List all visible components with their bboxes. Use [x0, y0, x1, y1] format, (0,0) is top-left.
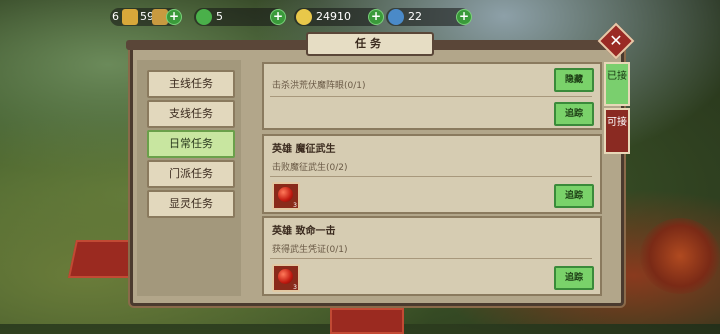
quest-card: 英雄 魔征武生 击败魔征武生(0/2) 3 追踪 [262, 134, 602, 214]
add-spirit-button[interactable]: + [456, 9, 472, 25]
resource-bar: 6 59 + 5 + 24910 + 22 + [110, 8, 472, 26]
tab-available[interactable]: 可接 [604, 108, 630, 154]
quest-divider [270, 176, 592, 177]
tab-accepted[interactable]: 已接 [604, 62, 630, 106]
background-red-table [330, 308, 404, 334]
quest-card: 英雄 致命一击 获得武生凭证(0/1) 3 追踪 [262, 216, 602, 296]
quest-divider [270, 96, 592, 97]
reward-item[interactable]: 3 [272, 264, 300, 292]
jade-value: 5 [216, 10, 223, 23]
add-coin-button[interactable]: + [368, 9, 384, 25]
red-orb-icon [278, 187, 293, 202]
quest-name: 英雄 魔征武生 [272, 144, 336, 155]
background-red-table [67, 240, 139, 278]
tab-main-quest[interactable]: 主线任务 [147, 70, 235, 98]
close-icon[interactable]: ✕ [603, 28, 629, 54]
jade-resource: 5 + [194, 8, 286, 26]
hide-button[interactable]: 隐藏 [554, 68, 594, 92]
quest-card: 击杀洪荒伏魔阵眼(0/1) 隐藏 追踪 [262, 62, 602, 130]
tab-daily-quest[interactable]: 日常任务 [147, 130, 235, 158]
add-gold-button[interactable]: + [166, 9, 182, 25]
quest-list[interactable]: 击杀洪荒伏魔阵眼(0/1) 隐藏 追踪 英雄 魔征武生 击败魔征武生(0/2) … [258, 62, 610, 296]
reward-count: 3 [293, 202, 297, 209]
quest-name: 英雄 致命一击 [272, 226, 336, 237]
tab-sect-quest[interactable]: 门派任务 [147, 160, 235, 188]
track-button[interactable]: 追踪 [554, 102, 594, 126]
track-button[interactable]: 追踪 [554, 184, 594, 208]
spirit-resource: 22 + [386, 8, 472, 26]
quest-description: 击败魔征武生(0/2) [272, 163, 348, 173]
add-jade-button[interactable]: + [270, 9, 286, 25]
gold-ingot-icon [122, 9, 138, 25]
background-brazier [640, 218, 720, 294]
tab-manifest-quest[interactable]: 显灵任务 [147, 190, 235, 218]
reward-count: 3 [293, 284, 297, 291]
reward-item[interactable]: 3 [272, 182, 300, 210]
jade-icon [196, 9, 212, 25]
quest-description: 击杀洪荒伏魔阵眼(0/1) [272, 81, 366, 91]
gold-resource: 6 59 + [110, 8, 182, 26]
level-value: 6 [112, 10, 119, 23]
tab-side-quest[interactable]: 支线任务 [147, 100, 235, 128]
category-tab-list: 主线任务 支线任务 日常任务 门派任务 显灵任务 [137, 60, 241, 296]
spirit-gem-icon [388, 9, 404, 25]
window-title: 任务 [306, 32, 434, 56]
track-button[interactable]: 追踪 [554, 266, 594, 290]
spirit-value: 22 [408, 10, 422, 23]
quest-divider [270, 258, 592, 259]
quest-description: 获得武生凭证(0/1) [272, 245, 348, 255]
coin-resource: 24910 + [294, 8, 384, 26]
red-orb-icon [278, 269, 293, 284]
coin-icon [296, 9, 312, 25]
coin-value: 24910 [316, 10, 351, 23]
